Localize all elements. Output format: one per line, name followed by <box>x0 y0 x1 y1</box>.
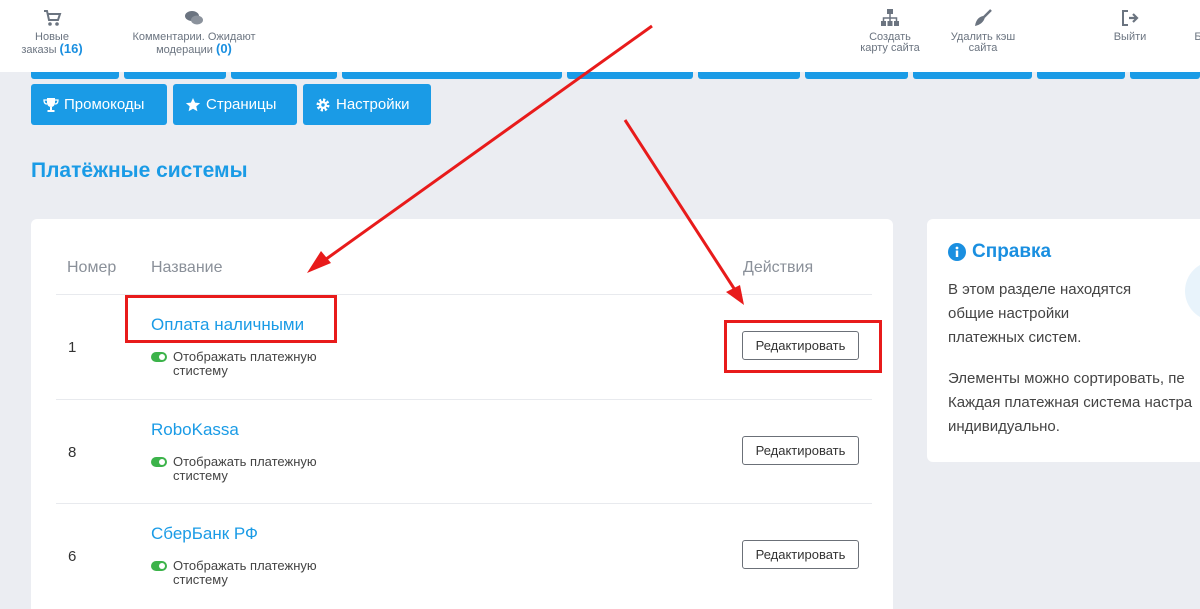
highlight-box-edit <box>724 320 882 373</box>
column-header-number: Номер <box>67 259 117 276</box>
sitemap-icon <box>881 9 899 26</box>
logout-link[interactable]: Выйти <box>1106 8 1154 43</box>
top-bar: Новые заказы (16) Комментарии. Ожидают м… <box>0 0 1200 72</box>
visibility-toggle[interactable]: Отображать платежную стистему <box>151 350 361 378</box>
new-orders-count: (16) <box>59 41 83 56</box>
payment-systems-card: Номер Название Действия 1 Оплата наличны… <box>31 219 893 609</box>
visibility-toggle[interactable]: Отображать платежную стистему <box>151 455 361 483</box>
cutoff-link[interactable]: Б <box>1188 8 1200 43</box>
status-text: Отображать платежную стистему <box>173 558 317 587</box>
logout-icon <box>1122 10 1139 26</box>
cutoff-label: Б <box>1194 31 1200 43</box>
status-text: Отображать платежную стистему <box>173 349 317 378</box>
star-icon <box>185 97 201 111</box>
trophy-icon <box>43 97 59 112</box>
comments-link[interactable]: Комментарии. Ожидают модерации (0) <box>124 8 264 56</box>
toggle-on-icon <box>151 561 167 571</box>
status-text: Отображать платежную стистему <box>173 454 317 483</box>
payment-system-name-link[interactable]: СберБанк РФ <box>151 524 258 544</box>
edit-button[interactable]: Редактировать <box>742 436 859 465</box>
row-number: 8 <box>68 444 77 461</box>
gear-icon <box>316 98 330 111</box>
broom-icon <box>975 9 992 26</box>
column-header-actions: Действия <box>743 259 814 276</box>
comments-count: (0) <box>215 41 232 56</box>
cache-label2: сайта <box>968 42 998 54</box>
comments-icon <box>185 11 203 25</box>
promo-codes-button[interactable]: Промокоды <box>31 84 167 125</box>
page-title: Платёжные системы <box>31 159 248 182</box>
info-icon <box>948 243 966 261</box>
help-title: Справка <box>948 241 1051 263</box>
pages-label: Страницы <box>206 96 277 113</box>
new-orders-label2: заказы <box>21 44 57 56</box>
cutoff-icon <box>1188 8 1200 28</box>
logout-label: Выйти <box>1113 31 1147 43</box>
visibility-toggle[interactable]: Отображать платежную стистему <box>151 559 361 587</box>
clear-cache-link[interactable]: Удалить кэш сайта <box>943 8 1023 54</box>
edit-button[interactable]: Редактировать <box>742 540 859 569</box>
sitemap-label2: карту сайта <box>860 42 920 54</box>
toggle-on-icon <box>151 352 167 362</box>
help-paragraph-1: В этом разделе находятся общие настройки п… <box>948 281 1132 346</box>
cart-icon <box>44 10 62 26</box>
sitemap-link[interactable]: Создать карту сайта <box>855 8 925 54</box>
column-header-name: Название <box>151 259 223 276</box>
row-number: 1 <box>68 339 77 356</box>
payment-system-name-link[interactable]: RoboKassa <box>151 420 239 440</box>
comments-label: Комментарии. Ожидают <box>132 31 256 43</box>
promo-codes-label: Промокоды <box>64 96 145 113</box>
toggle-on-icon <box>151 457 167 467</box>
new-orders-link[interactable]: Новые заказы (16) <box>14 8 90 56</box>
pages-button[interactable]: Страницы <box>173 84 297 125</box>
settings-label: Настройки <box>336 96 410 113</box>
help-paragraph-2: Элементы можно сортировать, пе Каждая пла… <box>948 370 1193 435</box>
highlight-box-name <box>125 295 337 343</box>
help-title-text: Справка <box>972 241 1052 262</box>
help-decoration <box>1185 261 1200 321</box>
table-row: 6 СберБанк РФ Отображать платежную стисте… <box>56 503 872 607</box>
row-number: 6 <box>68 548 77 565</box>
settings-button[interactable]: Настройки <box>303 84 431 125</box>
comments-label2: модерации <box>156 44 213 56</box>
help-card: Справка В этом разделе находятся общие на… <box>927 219 1200 462</box>
table-row: 8 RoboKassa Отображать платежную стистему… <box>56 399 872 503</box>
